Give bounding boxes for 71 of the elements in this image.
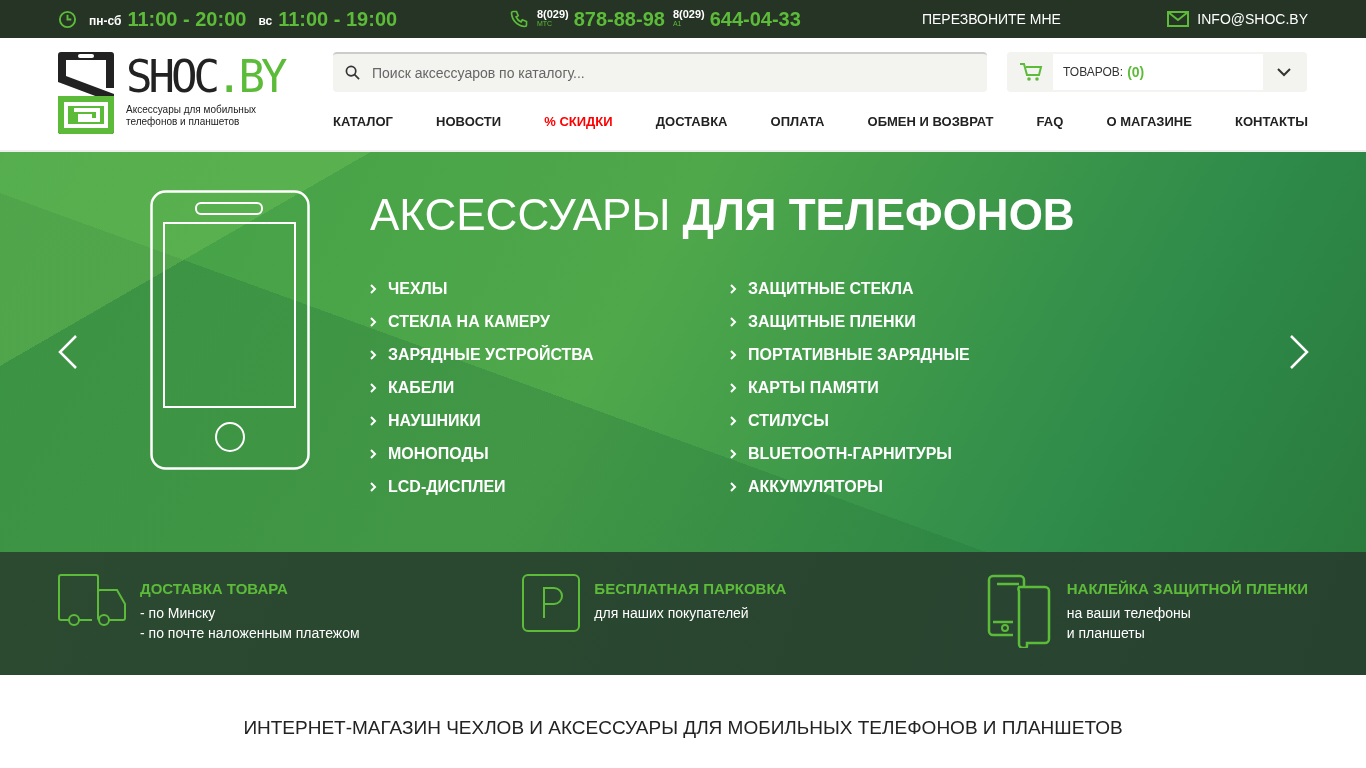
- chevron-right-icon: [730, 349, 737, 360]
- category-link[interactable]: BLUETOOTH-ГАРНИТУРЫ: [748, 444, 952, 463]
- category-link[interactable]: ЗАЩИТНЫЕ СТЕКЛА: [748, 279, 914, 298]
- nav-link[interactable]: КАТАЛОГ: [333, 114, 393, 129]
- phone-icon: [508, 9, 529, 29]
- logo-icon: [58, 52, 114, 134]
- search-icon: [345, 65, 360, 80]
- parking-icon: [522, 574, 581, 632]
- category-link[interactable]: АККУМУЛЯТОРЫ: [748, 477, 883, 496]
- nav-link[interactable]: % СКИДКИ: [544, 114, 613, 129]
- feature-text: на ваши телефоны: [1066, 604, 1192, 623]
- category-link[interactable]: МОНОПОДЫ: [388, 444, 489, 463]
- nav-link[interactable]: FAQ: [1036, 114, 1064, 129]
- feature-text: для наших покупателей: [594, 604, 750, 623]
- envelope-icon: [1167, 11, 1190, 27]
- opening-hours: 11:00 - 19:00: [278, 7, 398, 31]
- chevron-right-icon: [370, 316, 377, 327]
- category-link[interactable]: LCD-ДИСПЛЕИ: [388, 477, 506, 496]
- feature-text: - по Минску: [140, 604, 217, 623]
- feature-text: и планшеты: [1066, 624, 1146, 643]
- category-link[interactable]: СТЕКЛА НА КАМЕРУ: [388, 312, 550, 331]
- chevron-right-icon: [370, 349, 377, 360]
- cart-widget[interactable]: ТОВАРОВ: (0): [1007, 52, 1307, 92]
- email-link[interactable]: INFO@SHOC.BY: [1197, 11, 1308, 27]
- cart-label: ТОВАРОВ:: [1063, 65, 1124, 79]
- nav-link[interactable]: ОПЛАТА: [770, 114, 825, 129]
- category-link[interactable]: ЗАРЯДНЫЕ УСТРОЙСТВА: [388, 345, 594, 364]
- chevron-down-icon[interactable]: [1277, 67, 1291, 77]
- days-label: вс: [258, 13, 273, 28]
- chevron-right-icon: [730, 382, 737, 393]
- search-field[interactable]: Поиск аксессуаров по каталогу...: [333, 52, 987, 92]
- category-link[interactable]: ЗАЩИТНЫЕ ПЛЕНКИ: [748, 312, 916, 331]
- nav-link[interactable]: КОНТАКТЫ: [1235, 114, 1308, 129]
- chevron-right-icon: [730, 316, 737, 327]
- phones-icon: [986, 574, 1053, 648]
- banner-title: АКСЕССУАРЫ ДЛЯ ТЕЛЕФОНОВ: [370, 190, 1076, 240]
- clock-icon: [58, 9, 77, 29]
- days-label: пн-сб: [89, 13, 122, 28]
- chevron-right-icon: [370, 283, 377, 294]
- chevron-right-icon: [370, 448, 377, 459]
- phone-number[interactable]: 644-04-33: [709, 7, 801, 31]
- chevron-right-icon: [730, 283, 737, 294]
- chevron-right-icon: [730, 415, 737, 426]
- nav-link[interactable]: НОВОСТИ: [436, 114, 502, 129]
- nav-link[interactable]: О МАГАЗИНЕ: [1106, 114, 1192, 129]
- callback-link[interactable]: ПЕРЕЗВОНИТЕ МНЕ: [921, 11, 1168, 27]
- chevron-right-icon: [370, 481, 377, 492]
- feature-title: ДОСТАВКА ТОВАРА: [140, 580, 289, 597]
- category-link[interactable]: ПОРТАТИВНЫЕ ЗАРЯДНЫЕ: [748, 345, 970, 364]
- category-link[interactable]: СТИЛУСЫ: [748, 411, 829, 430]
- feature-title: НАКЛЕЙКА ЗАЩИТНОЙ ПЛЕНКИ: [1066, 580, 1308, 597]
- category-link[interactable]: НАУШНИКИ: [388, 411, 481, 430]
- category-link[interactable]: ЧЕХЛЫ: [388, 279, 448, 298]
- category-link[interactable]: КАРТЫ ПАМЯТИ: [748, 378, 879, 397]
- logo-wordmark: SHOC.BY: [126, 54, 284, 100]
- logo-tagline: Аксессуары для мобильных телефонов и планшетов: [126, 104, 258, 128]
- section-heading: ИНТЕРНЕТ-МАГАЗИН ЧЕХЛОВ И АКСЕССУАРЫ ДЛЯ МОБИЛЬНЫХ ТЕЛЕФОНОВ И ПЛАНШЕТОВ: [242, 717, 1124, 739]
- opening-hours: 11:00 - 20:00: [127, 7, 247, 31]
- feature-title: БЕСПЛАТНАЯ ПАРКОВКА: [594, 580, 787, 597]
- chevron-right-icon: [370, 415, 377, 426]
- chevron-right-icon: [730, 481, 737, 492]
- nav-link[interactable]: ОБМЕН И ВОЗВРАТ: [867, 114, 994, 129]
- truck-icon: [58, 574, 126, 628]
- phone-number[interactable]: 878-88-98: [573, 7, 665, 31]
- category-link[interactable]: КАБЕЛИ: [388, 378, 455, 397]
- nav-link[interactable]: ДОСТАВКА: [655, 114, 728, 129]
- cart-icon: [1019, 62, 1043, 82]
- chevron-right-icon: [730, 448, 737, 459]
- feature-text: - по почте наложенным платежом: [140, 624, 360, 643]
- cart-count: (0): [1127, 64, 1145, 80]
- chevron-right-icon: [370, 382, 377, 393]
